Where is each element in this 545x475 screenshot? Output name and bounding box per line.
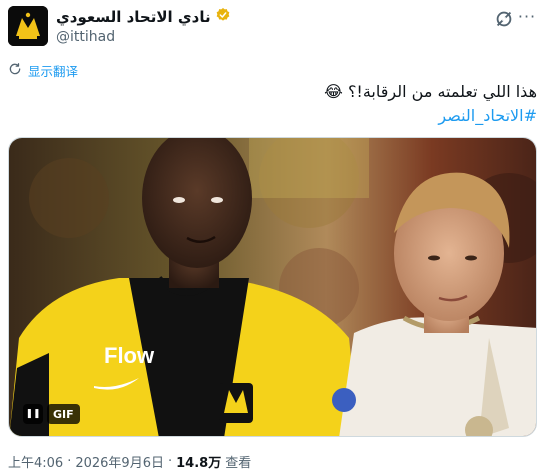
tweet-date[interactable]: 2026年9月6日 bbox=[75, 452, 164, 471]
more-options-icon[interactable]: ··· bbox=[517, 8, 537, 30]
gif-frame: Flow bbox=[9, 138, 536, 436]
author-names: نادي الاتحاد السعودي @ittihad bbox=[56, 6, 476, 47]
meta-separator: · bbox=[67, 454, 72, 469]
translate-icon bbox=[8, 61, 22, 80]
views-label: 查看 bbox=[225, 456, 252, 471]
gif-badge: GIF bbox=[47, 404, 80, 424]
author-handle[interactable]: @ittihad bbox=[56, 27, 476, 47]
pause-icon[interactable]: ❚❚ bbox=[23, 404, 43, 424]
tweet-time[interactable]: 上午4:06 bbox=[8, 452, 63, 471]
jersey-sponsor-text: Flow bbox=[104, 343, 155, 368]
gif-controls: ❚❚ GIF bbox=[23, 404, 80, 424]
tweet-header: نادي الاتحاد السعودي @ittihad ··· bbox=[8, 6, 537, 46]
hashtag-link[interactable]: #الاتحاد_النصر bbox=[438, 104, 537, 128]
views-count[interactable]: 14.8万 bbox=[176, 452, 221, 471]
grok-icon[interactable] bbox=[493, 8, 515, 30]
show-translation-link[interactable]: 显示翻译 bbox=[8, 61, 78, 79]
gif-media[interactable]: Flow ❚❚ GIF bbox=[8, 137, 537, 437]
avatar[interactable] bbox=[8, 6, 48, 46]
tweet-text: هذا اللي تعلمته من الرقابة!؟ 😂 bbox=[324, 82, 537, 101]
tweet-meta: 上午4:06 · 2026年9月6日 · 14.8万 查看 bbox=[8, 452, 251, 471]
meta-separator: · bbox=[167, 454, 173, 469]
verified-badge-icon[interactable] bbox=[215, 7, 231, 27]
author-display-name[interactable]: نادي الاتحاد السعودي bbox=[56, 8, 211, 26]
translate-label[interactable]: 显示翻译 bbox=[28, 61, 78, 80]
